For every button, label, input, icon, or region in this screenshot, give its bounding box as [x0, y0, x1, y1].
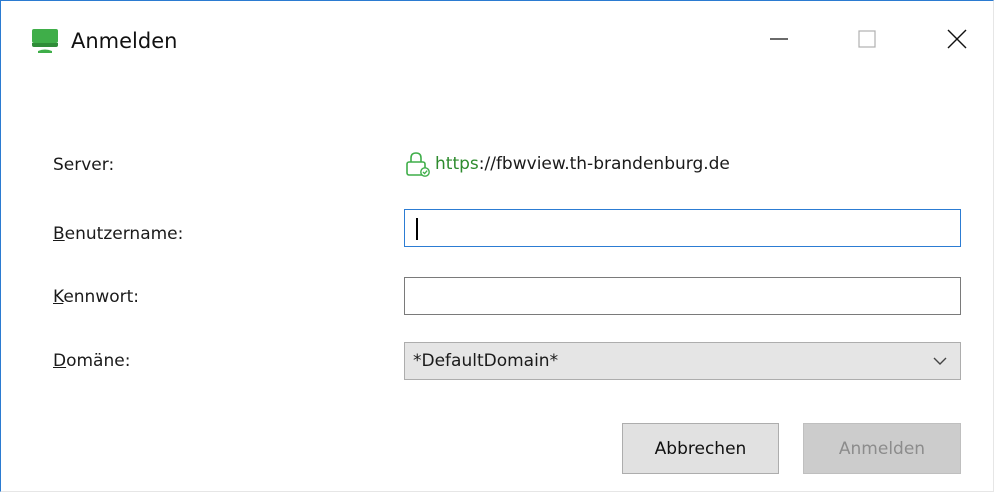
domain-select[interactable]: *DefaultDomain*	[404, 342, 961, 380]
domain-label-mnemonic: D	[53, 351, 67, 371]
username-label-mnemonic: B	[53, 224, 65, 244]
close-icon	[947, 29, 967, 53]
text-caret	[416, 218, 418, 240]
password-label-mnemonic: K	[53, 287, 64, 307]
server-host: ://fbwview.th-brandenburg.de	[478, 154, 730, 174]
lock-icon	[404, 151, 432, 177]
domain-selected-value: *DefaultDomain*	[413, 351, 559, 371]
password-label: Kennwort:	[53, 287, 139, 307]
minimize-icon	[769, 29, 789, 53]
password-label-text: ennwort:	[63, 287, 140, 307]
title-bar[interactable]: Anmelden	[1, 1, 993, 83]
maximize-button[interactable]	[837, 19, 897, 63]
username-input[interactable]	[404, 209, 961, 247]
username-label-text: enutzername:	[64, 224, 184, 244]
cancel-button[interactable]: Abbrechen	[622, 423, 779, 474]
server-scheme: https	[435, 154, 479, 174]
domain-label-text: omäne:	[66, 351, 131, 371]
password-input[interactable]	[404, 277, 961, 315]
maximize-icon	[857, 29, 877, 53]
chevron-down-icon	[932, 353, 948, 374]
monitor-icon	[31, 27, 59, 55]
close-button[interactable]	[927, 19, 987, 63]
username-label: Benutzername:	[53, 224, 183, 244]
minimize-button[interactable]	[749, 19, 809, 63]
login-dialog: Anmelden Server: https://fbwview.th-bra…	[0, 0, 994, 492]
domain-label: Domäne:	[53, 351, 130, 371]
server-address: https://fbwview.th-brandenburg.de	[404, 151, 730, 177]
login-button[interactable]: Anmelden	[803, 423, 961, 474]
server-label: Server:	[53, 155, 115, 175]
window-title: Anmelden	[71, 29, 178, 53]
